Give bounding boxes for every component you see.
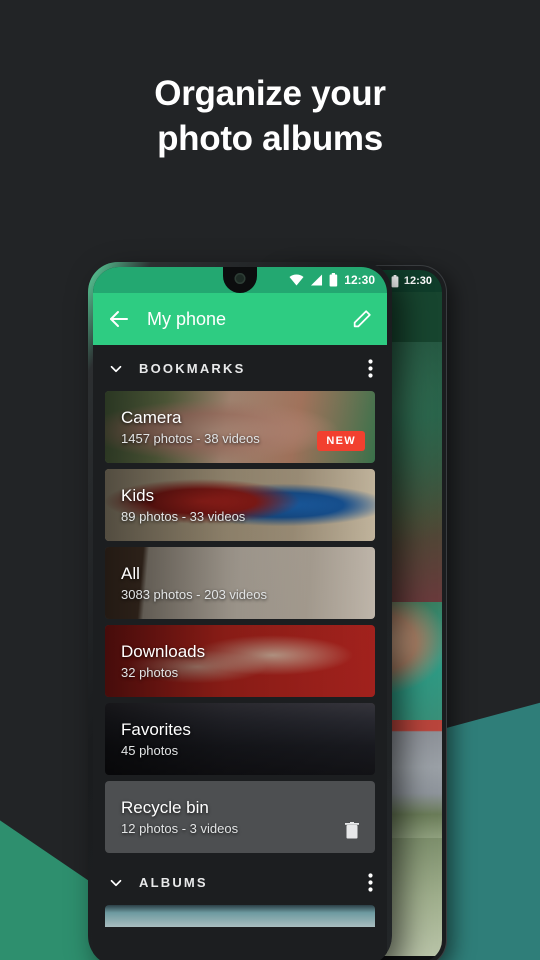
bookmark-album-list: Camera 1457 photos - 38 videos NEW Kids … [93, 391, 387, 853]
album-title: Downloads [121, 642, 206, 661]
overflow-menu-icon[interactable] [368, 873, 373, 892]
album-title: Favorites [121, 720, 191, 739]
album-subtitle: 12 photos - 3 videos [121, 821, 239, 836]
promo-screenshot: Organize your photo albums 12:30 12:30 M… [0, 0, 540, 960]
battery-icon [329, 273, 338, 287]
front-app-bar: My phone [93, 293, 387, 345]
chevron-down-icon[interactable] [107, 874, 125, 892]
signal-icon [310, 274, 323, 286]
section-header-albums[interactable]: ALBUMS [93, 859, 387, 905]
album-row-all[interactable]: All 3083 photos - 203 videos [105, 547, 375, 619]
album-subtitle: 32 photos [121, 665, 179, 680]
album-title: Camera [121, 408, 182, 427]
status-badge-new: NEW [317, 431, 365, 451]
chevron-down-icon[interactable] [107, 360, 125, 378]
front-phone-screen: 12:30 My phone BOOKMARKS Camera 1457 pho… [93, 267, 387, 960]
album-row-camera[interactable]: Camera 1457 photos - 38 videos NEW [105, 391, 375, 463]
front-status-bar: 12:30 [93, 267, 387, 293]
album-row-downloads[interactable]: Downloads 32 photos [105, 625, 375, 697]
trash-icon[interactable] [345, 822, 359, 839]
camera-notch [223, 267, 257, 293]
headline-line-1: Organize your [154, 74, 386, 113]
album-title: Recycle bin [121, 798, 209, 817]
app-bar-title: My phone [147, 308, 227, 329]
headline-line-2: photo albums [157, 118, 383, 158]
album-subtitle: 89 photos - 33 videos [121, 509, 246, 524]
overflow-menu-icon[interactable] [368, 359, 373, 378]
edit-pencil-icon[interactable] [351, 308, 373, 330]
back-arrow-icon[interactable] [107, 307, 131, 331]
front-phone-mockup: 12:30 My phone BOOKMARKS Camera 1457 pho… [88, 262, 392, 960]
section-label: ALBUMS [139, 875, 208, 890]
album-title: Kids [121, 486, 155, 505]
section-label: BOOKMARKS [139, 361, 246, 376]
album-subtitle: 3083 photos - 203 videos [121, 587, 267, 602]
promo-headline: Organize your photo albums [0, 72, 540, 162]
album-row-kids[interactable]: Kids 89 photos - 33 videos [105, 469, 375, 541]
front-status-time: 12:30 [344, 273, 375, 287]
album-title: All [121, 564, 140, 583]
album-row-favorites[interactable]: Favorites 45 photos [105, 703, 375, 775]
album-subtitle: 45 photos [121, 743, 179, 758]
album-row-recycle-bin[interactable]: Recycle bin 12 photos - 3 videos [105, 781, 375, 853]
album-row-partial[interactable] [105, 905, 375, 927]
back-status-time: 12:30 [403, 275, 432, 287]
album-list-scroll[interactable]: BOOKMARKS Camera 1457 photos - 38 videos… [93, 345, 387, 960]
section-header-bookmarks[interactable]: BOOKMARKS [93, 345, 387, 391]
wifi-icon [289, 274, 304, 286]
battery-icon [391, 274, 399, 288]
